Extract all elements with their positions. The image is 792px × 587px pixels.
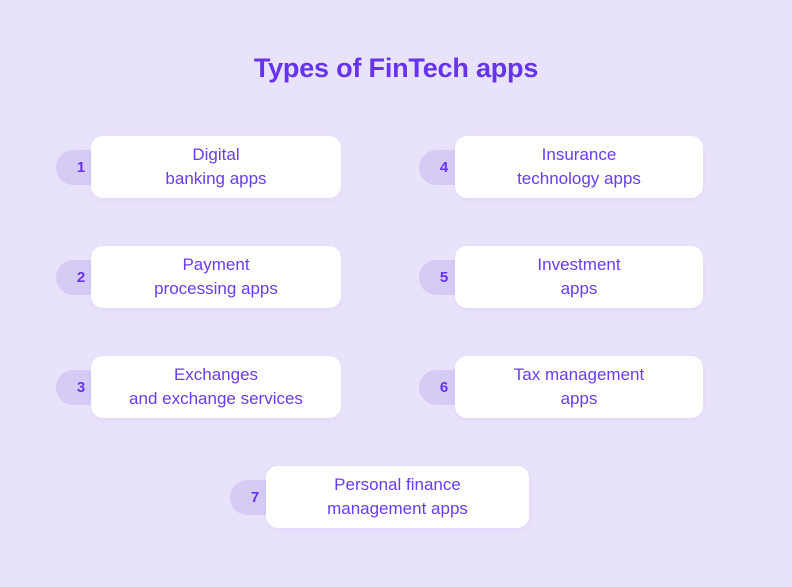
item-label: Digital banking apps — [66, 143, 366, 191]
item-card[interactable]: Digital banking apps — [91, 136, 341, 198]
item-card[interactable]: Payment processing apps — [91, 246, 341, 308]
item-label-line1: Insurance — [541, 145, 617, 164]
item-label-line2: and exchange services — [129, 389, 303, 408]
item-label-line2: management apps — [327, 499, 468, 518]
item-card[interactable]: Personal finance management apps — [266, 466, 529, 528]
item-label-line2: technology apps — [517, 169, 641, 188]
item-card[interactable]: Insurance technology apps — [455, 136, 703, 198]
item-card[interactable]: Investment apps — [455, 246, 703, 308]
item-label-line1: Digital — [192, 145, 240, 164]
item-label: Personal finance management apps — [248, 473, 548, 521]
page-title: Types of FinTech apps — [253, 53, 539, 83]
item-label-line2: apps — [560, 389, 598, 408]
item-label-line2: apps — [560, 279, 598, 298]
item-label-line1: Payment — [182, 255, 250, 274]
item-card[interactable]: Tax management apps — [455, 356, 703, 418]
item-label-line1: Tax management — [513, 365, 645, 384]
item-label: Payment processing apps — [66, 253, 366, 301]
item-label-line2: processing apps — [154, 279, 278, 298]
item-label-line2: banking apps — [165, 169, 267, 188]
item-label-line1: Exchanges — [173, 365, 259, 384]
item-label-line1: Personal finance — [334, 475, 461, 494]
item-label-line1: Investment — [537, 255, 621, 274]
item-label: Investment apps — [429, 253, 729, 301]
infographic-canvas: Types of FinTech apps 1 Digital banking … — [0, 0, 792, 587]
item-label: Tax management apps — [429, 363, 729, 411]
item-card[interactable]: Exchanges and exchange services — [91, 356, 341, 418]
item-label: Exchanges and exchange services — [66, 363, 366, 411]
item-label: Insurance technology apps — [429, 143, 729, 191]
